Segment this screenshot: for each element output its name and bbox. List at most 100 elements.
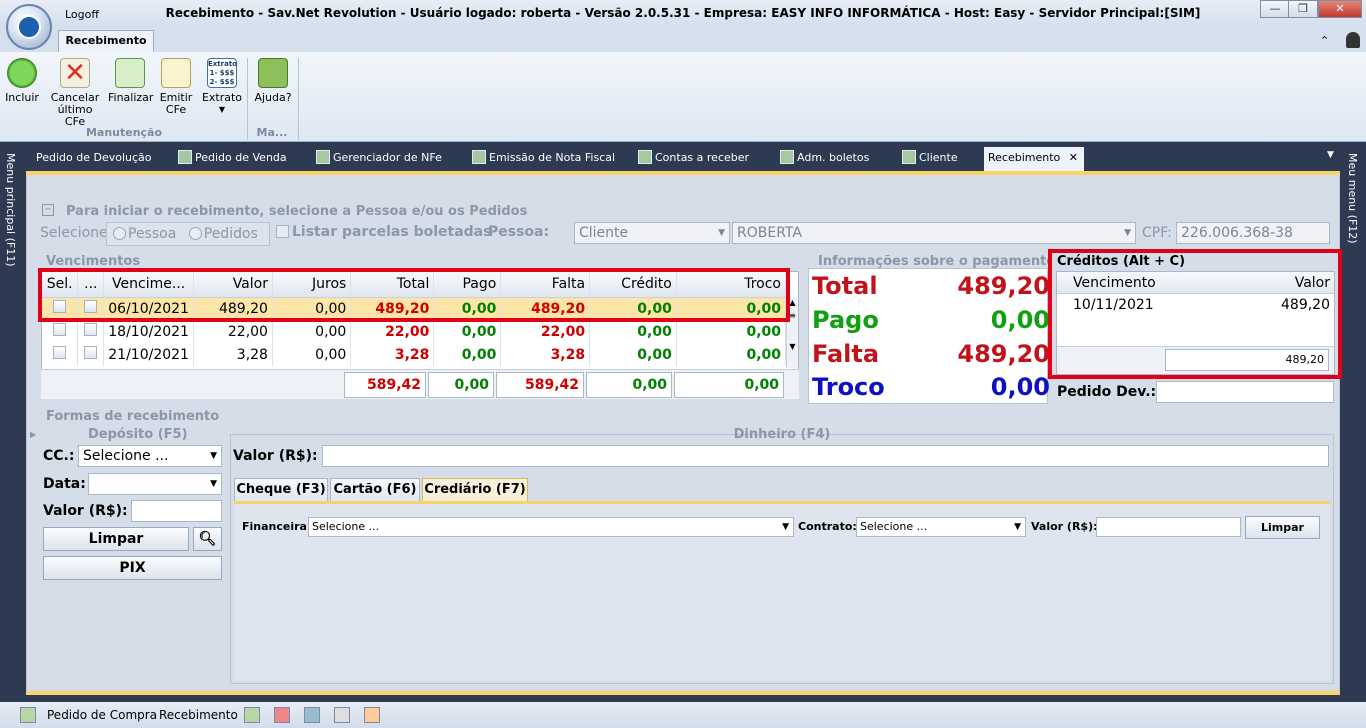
- crediario-limpar-button[interactable]: Limpar: [1245, 516, 1320, 539]
- table-row[interactable]: 21/10/2021 3,28 0,00 3,28 0,00 3,28 0,00…: [42, 343, 787, 366]
- scroll-down-icon: ▼: [789, 342, 796, 351]
- cancelar-cfe-button[interactable]: ✕ Cancelar último CFe: [46, 58, 104, 128]
- total-falta: 589,42: [496, 372, 584, 398]
- finalizar-button[interactable]: Finalizar: [108, 58, 153, 122]
- notes-icon[interactable]: [334, 707, 350, 723]
- cpf-field[interactable]: 226.006.368-38: [1176, 222, 1330, 244]
- financeira-label: Financeira:: [242, 520, 312, 533]
- tab-cliente[interactable]: Cliente: [898, 147, 962, 171]
- tab-cartao[interactable]: Cartão (F6): [330, 478, 420, 502]
- falta-value: 489,20: [957, 340, 1050, 368]
- app-orb-button[interactable]: [6, 4, 52, 50]
- minimize-button[interactable]: —: [1260, 0, 1290, 18]
- document-icon: [161, 58, 191, 88]
- deposito-valor-field[interactable]: [131, 500, 222, 522]
- left-sidebar[interactable]: Menu principal (F11): [0, 145, 24, 695]
- pedido-dev-field[interactable]: [1156, 381, 1334, 403]
- extrato-button[interactable]: Extrato 1- $$$ 2- $$$ Extrato ▼: [200, 58, 244, 122]
- sale-icon: [178, 150, 192, 164]
- tab-crediario[interactable]: Crediário (F7): [422, 478, 528, 502]
- total-label: Total: [812, 272, 878, 300]
- users-icon[interactable]: [364, 707, 380, 723]
- expand-arrow-icon[interactable]: ▶: [30, 430, 36, 439]
- yellow-border: [26, 691, 1340, 695]
- tab-pedido-devolucao[interactable]: Pedido de Devolução: [32, 147, 156, 171]
- falta-label: Falta: [812, 340, 880, 368]
- tab-cheque[interactable]: Cheque (F3): [234, 478, 328, 502]
- incluir-button[interactable]: Incluir: [4, 58, 40, 122]
- total-pago: 0,00: [428, 372, 494, 398]
- row-detail-checkbox[interactable]: [84, 323, 98, 336]
- tab-recebimento[interactable]: Recebimento ✕: [984, 147, 1084, 171]
- yellow-border: [26, 171, 1340, 175]
- collapse-icon[interactable]: −: [42, 204, 54, 216]
- collapse-ribbon-icon[interactable]: ⌃: [1320, 34, 1329, 47]
- radio-pessoa[interactable]: [113, 227, 126, 240]
- restore-button[interactable]: ❐: [1288, 0, 1318, 18]
- bell-icon[interactable]: [1346, 32, 1360, 48]
- report-icon[interactable]: [274, 707, 290, 723]
- listar-checkbox[interactable]: [276, 225, 289, 238]
- ribbon-tab-recebimento[interactable]: Recebimento: [58, 30, 154, 52]
- financeira-select[interactable]: Selecione ... ▼: [308, 517, 794, 537]
- pessoa-name-field[interactable]: ROBERTA ▼: [732, 222, 1136, 244]
- total-troco: 0,00: [674, 372, 784, 398]
- dinheiro-legend: Dinheiro (F4): [733, 427, 831, 442]
- radio-pedidos[interactable]: [188, 227, 202, 240]
- formas-legend: Formas de recebimento: [46, 409, 220, 424]
- spreadsheet-icon[interactable]: [244, 707, 260, 723]
- contrato-label: Contrato:: [798, 520, 857, 533]
- extrato-icon: Extrato 1- $$$ 2- $$$: [207, 58, 237, 88]
- dinheiro-valor-field[interactable]: [322, 445, 1329, 467]
- listar-label: Listar parcelas boletadas: [292, 224, 492, 240]
- search-icon: 🔍︎: [198, 531, 217, 547]
- close-tab-icon[interactable]: ✕: [1069, 147, 1078, 169]
- tab-pedido-venda[interactable]: Pedido de Venda: [174, 147, 291, 171]
- ribbon-tab-bar: [0, 28, 1366, 52]
- ajuda-button[interactable]: Ajuda?: [254, 58, 292, 122]
- pix-button[interactable]: PIX: [43, 556, 222, 580]
- cc-select[interactable]: Selecione ... ▼: [78, 445, 222, 467]
- group-ma: Ma...: [256, 126, 288, 139]
- pessoa-type-select[interactable]: Cliente ▼: [574, 222, 730, 244]
- emitir-cfe-button[interactable]: Emitir CFe: [156, 58, 196, 122]
- status-bar: Pedido de Compra Recebimento: [0, 702, 1366, 728]
- cancel-icon: ✕: [60, 58, 90, 88]
- start-legend: Para iniciar o recebimento, selecione a …: [66, 204, 528, 219]
- contrato-select[interactable]: Selecione ... ▼: [856, 517, 1026, 537]
- crediario-valor-field[interactable]: [1096, 517, 1241, 537]
- add-document-icon[interactable]: [304, 707, 320, 723]
- deposito-legend: Depósito (F5): [88, 427, 188, 442]
- tabs-menu-arrow-icon[interactable]: ▼: [1327, 150, 1334, 160]
- pedido-compra-icon[interactable]: [20, 707, 36, 723]
- checklist-icon: [115, 58, 145, 88]
- users-icon: [902, 150, 916, 164]
- help-book-icon: [258, 58, 288, 88]
- tab-emissao-nota[interactable]: Emissão de Nota Fiscal: [468, 147, 619, 171]
- logoff-link[interactable]: Logoff: [65, 8, 99, 21]
- barcode-icon: [780, 150, 794, 164]
- group-manutencao: Manutenção: [85, 126, 163, 139]
- deposito-valor-label: Valor (R$):: [43, 503, 128, 519]
- table-row[interactable]: 18/10/2021 22,00 0,00 22,00 0,00 22,00 0…: [42, 320, 787, 343]
- search-button[interactable]: 🔍︎: [193, 527, 222, 551]
- right-sidebar[interactable]: Meu menu (F12): [1342, 145, 1366, 695]
- pago-value: 0,00: [990, 306, 1050, 334]
- group-separator: [247, 58, 248, 140]
- data-field[interactable]: ▼: [88, 473, 222, 495]
- invoice-icon: [472, 150, 486, 164]
- row-select-checkbox[interactable]: [53, 323, 67, 336]
- pago-label: Pago: [812, 306, 879, 334]
- close-button[interactable]: ✕: [1318, 0, 1362, 18]
- tab-adm-boletos[interactable]: Adm. boletos: [776, 147, 873, 171]
- highlight-box: [1048, 249, 1342, 379]
- deposito-limpar-button[interactable]: Limpar: [43, 527, 189, 551]
- tab-contas-receber[interactable]: Contas a receber: [634, 147, 753, 171]
- row-select-checkbox[interactable]: [53, 346, 67, 359]
- app-logo-icon: [17, 15, 41, 39]
- status-pedido-compra[interactable]: Pedido de Compra: [47, 708, 157, 722]
- info-legend: Informações sobre o pagamento: [818, 254, 1056, 269]
- tab-gerenciador-nfe[interactable]: Gerenciador de NFe: [312, 147, 446, 171]
- status-recebimento[interactable]: Recebimento: [159, 708, 238, 722]
- row-detail-checkbox[interactable]: [84, 346, 98, 359]
